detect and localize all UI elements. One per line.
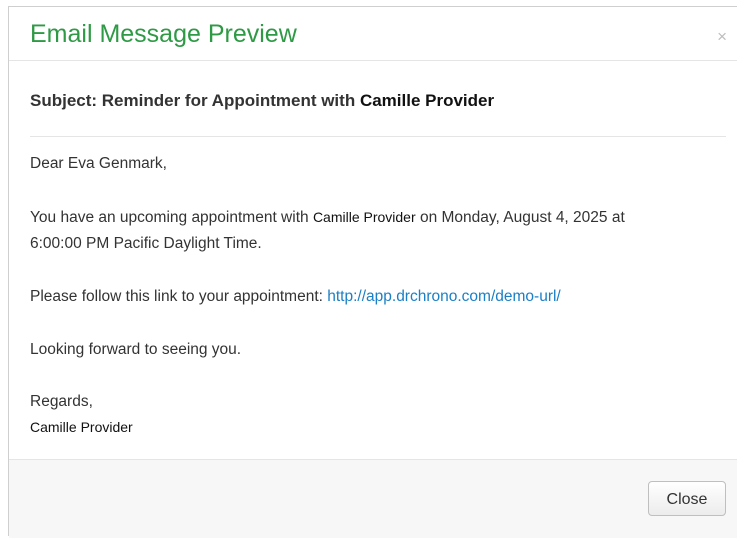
modal-header: Email Message Preview × bbox=[9, 7, 737, 61]
close-button[interactable]: Close bbox=[648, 481, 726, 516]
email-preview-modal: Email Message Preview × Subject: Reminde… bbox=[8, 6, 737, 538]
appointment-link-line: Please follow this link to your appointm… bbox=[30, 286, 561, 308]
appointment-prefix: You have an upcoming appointment with bbox=[30, 209, 309, 226]
appointment-suffix: on Monday, August 4, 2025 at bbox=[419, 209, 625, 226]
subject-provider: Camille Provider bbox=[359, 91, 495, 110]
subject-prefix: Subject: Reminder for Appointment with bbox=[30, 91, 356, 110]
email-subject: Subject: Reminder for Appointment with C… bbox=[30, 90, 726, 137]
link-prefix: Please follow this link to your appointm… bbox=[30, 288, 323, 305]
close-icon[interactable]: × bbox=[717, 27, 727, 47]
appointment-provider: Camille Provider bbox=[312, 209, 416, 225]
modal-footer: Close bbox=[9, 459, 737, 538]
appointment-link[interactable]: http://app.drchrono.com/demo-url/ bbox=[327, 288, 560, 305]
email-closing: Looking forward to seeing you. bbox=[30, 341, 242, 358]
appointment-time: 6:00:00 PM Pacific Daylight Time. bbox=[30, 235, 262, 252]
email-greeting: Dear Eva Genmark, bbox=[30, 155, 167, 172]
email-signature: Camille Provider bbox=[30, 419, 133, 435]
modal-title: Email Message Preview bbox=[30, 20, 297, 48]
appointment-line-1: You have an upcoming appointment with Ca… bbox=[30, 206, 625, 229]
email-regards: Regards, bbox=[30, 393, 93, 410]
